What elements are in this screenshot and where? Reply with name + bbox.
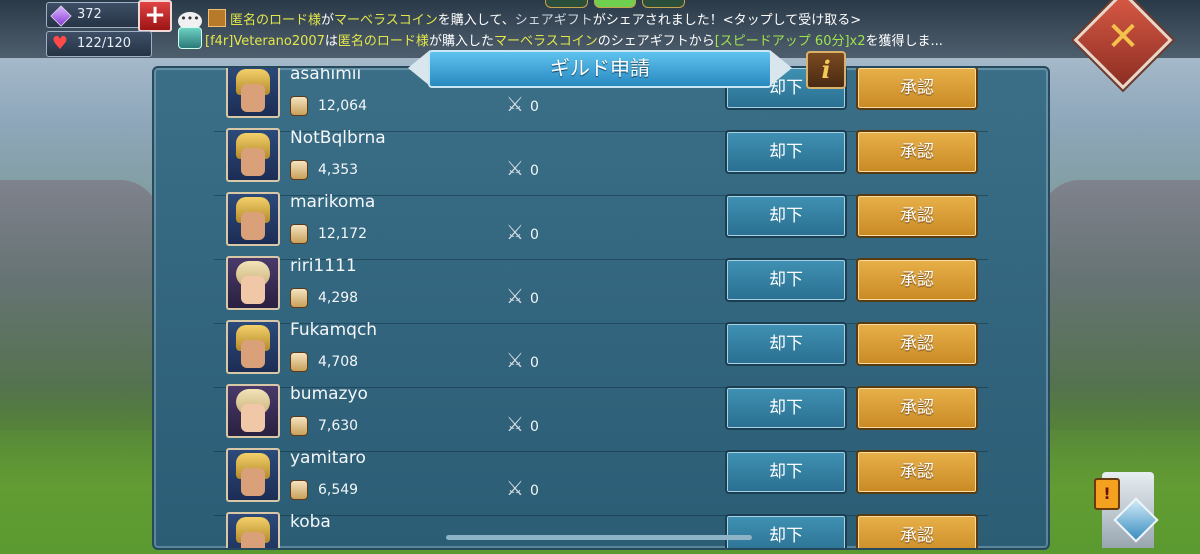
avatar-face (241, 532, 265, 548)
ticker-text: のシェアギフトから (597, 34, 715, 49)
stamina-value: 122/120 (77, 36, 132, 51)
gem-counter[interactable]: 372 (46, 2, 152, 28)
guild-badge-icon (178, 27, 202, 49)
heart-icon: ♥ (51, 33, 69, 54)
horizontal-scrollbar[interactable] (446, 535, 752, 540)
page-dot-active (593, 0, 637, 8)
ticker-text: を購入して、 (437, 13, 515, 28)
applicant-name: Fukamqch (290, 320, 378, 340)
guild-applications-panel: asahimii 12,064 ⚔ 0 却下 承認 NotBqlbrna 4,353 ⚔ 0 却下承… (152, 66, 1050, 550)
panel-title: ギルド申請 (428, 50, 772, 88)
next-arrow-icon (770, 50, 792, 86)
accept-button[interactable]: 承認 (856, 514, 978, 548)
applicant-name: marikoma (290, 192, 376, 212)
applicant-name: koba (290, 512, 331, 532)
ticker-text: [f4r]Veterano2007 (205, 34, 325, 49)
ticker-text: 匿名のロード様 (337, 34, 429, 49)
close-icon[interactable]: ✕ (1088, 5, 1158, 69)
gift-icon (208, 9, 226, 27)
page-dot (545, 0, 588, 8)
page-dot (642, 0, 686, 8)
applicant-avatar[interactable] (226, 512, 280, 548)
applicant-name: NotBqlbrna (290, 128, 386, 148)
applicant-name: yamitaro (290, 448, 366, 468)
ticker-text: を獲得しま... (865, 34, 943, 49)
ticker-text: が購入した (428, 34, 494, 49)
guild-tower-icon[interactable]: ! (1082, 460, 1172, 550)
ticker-line-1[interactable]: 匿名のロード様がマーベラスコインを購入して、シェアギフトがシェアされました！<タ… (230, 9, 861, 28)
applicant-name: riri1111 (290, 256, 357, 276)
gem-value: 372 (77, 7, 102, 22)
applicant-name: asahimii (290, 66, 362, 84)
alert-icon: ! (1094, 478, 1120, 510)
reject-button[interactable]: 却下 (725, 514, 847, 548)
ticker-text: が (321, 13, 335, 28)
gem-icon (50, 5, 72, 27)
stamina-counter[interactable]: ♥ 122/120 (46, 31, 152, 57)
ticker-text: シェアギフト (514, 13, 593, 28)
ticker-text: がシェアされました！<タップして受け取る> (592, 13, 862, 28)
ticker-text: 匿名のロード様 (230, 13, 322, 28)
info-button[interactable]: i (806, 51, 846, 89)
prev-arrow-icon (408, 50, 430, 86)
add-gems-button[interactable]: + (138, 0, 172, 32)
ticker-text: は (324, 34, 338, 49)
applicant-name: bumazyo (290, 384, 368, 404)
page-indicator (545, 0, 686, 8)
ticker-line-2[interactable]: [f4r]Veterano2007は匿名のロード様が購入したマーベラスコインのシ… (205, 30, 943, 49)
ticker-text: [スピードアップ 60分]x2 (714, 34, 866, 49)
ticker-text: マーベラスコイン (493, 34, 598, 49)
ticker-text: マーベラスコイン (334, 13, 438, 28)
